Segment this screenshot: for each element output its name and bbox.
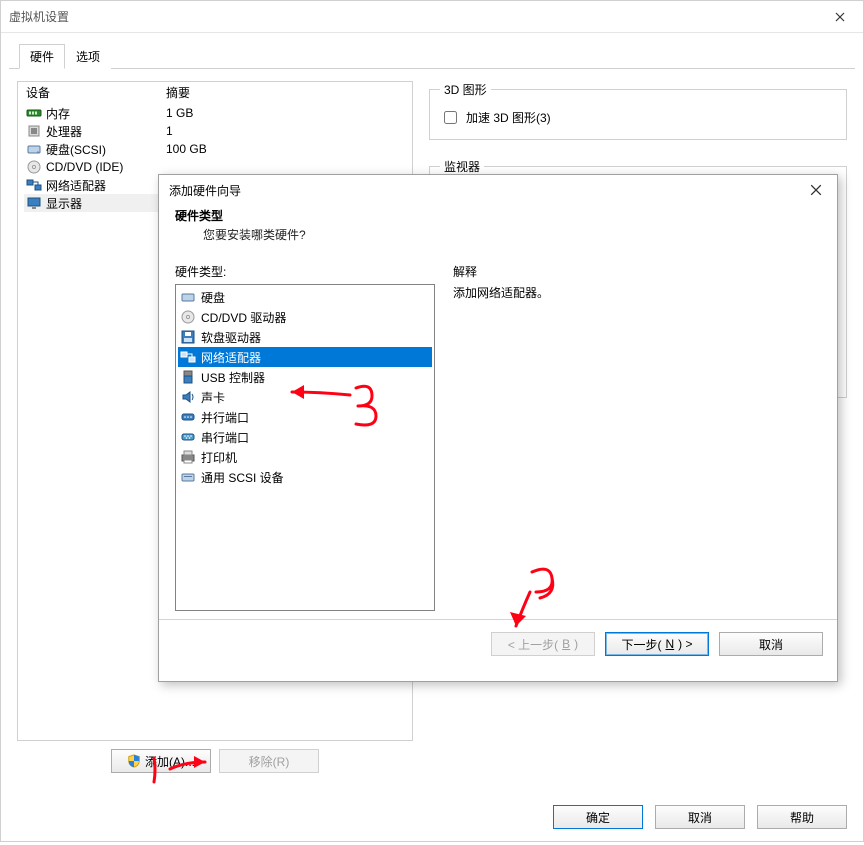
wizard-back-button: < 上一步(B) <box>491 632 595 656</box>
cpu-icon <box>26 123 42 139</box>
explanation-text: 添加网络适配器。 <box>453 284 821 611</box>
hdd-icon <box>180 289 196 305</box>
col-device: 设备 <box>26 84 166 101</box>
hardware-type-label: 硬件类型: <box>175 263 435 280</box>
disc-icon <box>180 309 196 325</box>
shield-icon <box>127 754 141 768</box>
window-close-button[interactable] <box>817 1 863 33</box>
add-device-button[interactable]: 添加(A)... <box>111 749 211 773</box>
accel-3d-input[interactable] <box>444 111 457 124</box>
parallel-port-icon <box>180 409 196 425</box>
window-title: 虚拟机设置 <box>9 8 69 25</box>
tab-bar: 硬件 选项 <box>9 33 855 69</box>
explanation-panel: 解释 添加网络适配器。 <box>453 263 821 611</box>
wizard-cancel-button[interactable]: 取消 <box>719 632 823 656</box>
usb-icon <box>180 369 196 385</box>
wizard-title: 添加硬件向导 <box>169 182 241 199</box>
explanation-label: 解释 <box>453 263 821 280</box>
hw-row-parallel[interactable]: 并行端口 <box>178 407 432 427</box>
tab-hardware[interactable]: 硬件 <box>19 44 65 69</box>
hdd-icon <box>26 141 42 157</box>
device-list-buttons: 添加(A)... 移除(R) <box>17 749 413 773</box>
cancel-button[interactable]: 取消 <box>655 805 745 829</box>
serial-port-icon <box>180 429 196 445</box>
hardware-type-list[interactable]: 硬盘 CD/DVD 驱动器 软盘驱动器 网络适配器 USB 控制器 <box>175 284 435 611</box>
hw-row-usb[interactable]: USB 控制器 <box>178 367 432 387</box>
device-list-header: 设备 摘要 <box>18 82 412 104</box>
dialog-button-bar: 确定 取消 帮助 <box>553 805 847 829</box>
wizard-header: 硬件类型 您要安装哪类硬件? <box>159 205 837 251</box>
network-icon <box>180 349 196 365</box>
printer-icon <box>180 449 196 465</box>
memory-icon <box>26 105 42 121</box>
wizard-titlebar: 添加硬件向导 <box>159 175 837 205</box>
device-row-hdd[interactable]: 硬盘(SCSI) 100 GB <box>24 140 406 158</box>
graphics-legend: 3D 图形 <box>440 81 491 98</box>
titlebar: 虚拟机设置 <box>1 1 863 33</box>
hw-row-cddvd[interactable]: CD/DVD 驱动器 <box>178 307 432 327</box>
wizard-heading: 硬件类型 <box>175 207 821 224</box>
hardware-type-panel: 硬件类型: 硬盘 CD/DVD 驱动器 软盘驱动器 网络适配器 <box>175 263 435 611</box>
device-row-cpu[interactable]: 处理器 1 <box>24 122 406 140</box>
close-icon <box>835 12 845 22</box>
hw-row-floppy[interactable]: 软盘驱动器 <box>178 327 432 347</box>
wizard-next-button[interactable]: 下一步(N) > <box>605 632 709 656</box>
tab-options[interactable]: 选项 <box>65 44 111 69</box>
hw-row-hdd[interactable]: 硬盘 <box>178 287 432 307</box>
help-button[interactable]: 帮助 <box>757 805 847 829</box>
monitors-legend: 监视器 <box>440 158 484 175</box>
scsi-icon <box>180 469 196 485</box>
sound-icon <box>180 389 196 405</box>
hw-row-network[interactable]: 网络适配器 <box>178 347 432 367</box>
display-icon <box>26 195 42 211</box>
remove-device-button: 移除(R) <box>219 749 319 773</box>
network-icon <box>26 177 42 193</box>
add-hardware-wizard: 添加硬件向导 硬件类型 您要安装哪类硬件? 硬件类型: 硬盘 CD/DVD 驱动… <box>158 174 838 682</box>
col-summary: 摘要 <box>166 84 404 101</box>
hw-row-serial[interactable]: 串行端口 <box>178 427 432 447</box>
graphics-group: 3D 图形 加速 3D 图形(3) <box>429 81 847 140</box>
hw-row-sound[interactable]: 声卡 <box>178 387 432 407</box>
wizard-button-bar: < 上一步(B) 下一步(N) > 取消 <box>159 620 837 670</box>
floppy-icon <box>180 329 196 345</box>
wizard-close-button[interactable] <box>795 175 837 205</box>
disc-icon <box>26 159 42 175</box>
device-row-memory[interactable]: 内存 1 GB <box>24 104 406 122</box>
hw-row-printer[interactable]: 打印机 <box>178 447 432 467</box>
wizard-body: 硬件类型: 硬盘 CD/DVD 驱动器 软盘驱动器 网络适配器 <box>159 251 837 611</box>
accel-3d-checkbox[interactable]: 加速 3D 图形(3) <box>440 108 551 127</box>
close-icon <box>810 184 822 196</box>
hw-row-scsi[interactable]: 通用 SCSI 设备 <box>178 467 432 487</box>
wizard-subheading: 您要安装哪类硬件? <box>175 226 821 243</box>
ok-button[interactable]: 确定 <box>553 805 643 829</box>
